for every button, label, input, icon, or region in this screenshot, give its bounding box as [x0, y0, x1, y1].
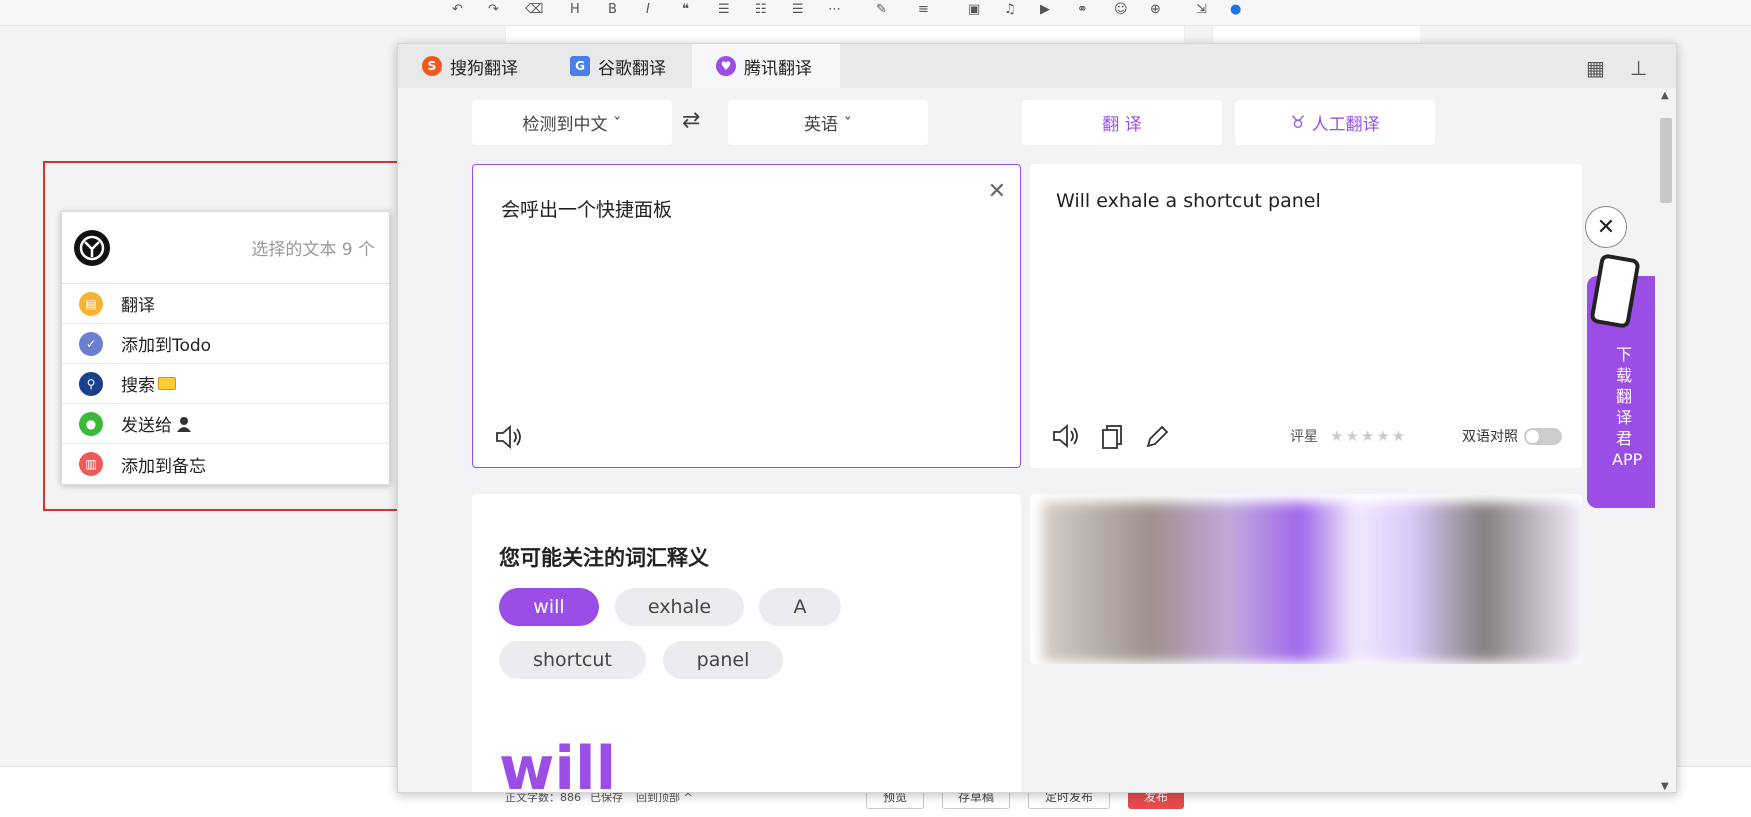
speaker-icon[interactable] — [1052, 424, 1082, 448]
video-icon[interactable]: ▶ — [1040, 2, 1050, 17]
target-language-select[interactable]: 英语 ˇ — [728, 100, 928, 145]
translator-tab-bar: S 搜狗翻译 G 谷歌翻译 ♥ 腾讯翻译 ▦ ⊥ — [398, 44, 1676, 88]
quick-item-label: 翻译 — [121, 296, 155, 316]
redo-icon[interactable]: ↷ — [488, 2, 499, 17]
attachment-icon[interactable]: ⊕ — [1150, 2, 1161, 17]
toggle-switch[interactable] — [1524, 427, 1562, 445]
translate-icon: ▤ — [79, 291, 103, 316]
swap-languages-icon[interactable]: ⇄ — [682, 108, 700, 133]
checklist-icon[interactable]: ☰ — [792, 2, 804, 17]
scroll-thumb[interactable] — [1660, 118, 1672, 203]
google-translate-icon: G — [570, 56, 590, 76]
vocab-chip[interactable]: panel — [663, 641, 783, 679]
ad-banner[interactable] — [1030, 494, 1582, 664]
tab-label: 腾讯翻译 — [744, 58, 812, 79]
folder-icon — [158, 377, 176, 390]
person-icon — [177, 416, 191, 432]
star-rating-icon[interactable]: ★★★★★ — [1330, 427, 1407, 445]
speaker-icon[interactable] — [495, 425, 525, 449]
quick-item-add-todo[interactable]: ✓ 添加到Todo — [62, 324, 389, 364]
emoji-icon[interactable]: ☺ — [1114, 2, 1128, 17]
quick-action-panel: 选择的文本 9 个 ▤ 翻译 ✓ 添加到Todo ⚲ 搜索 ● 发送给 ▥ 添加… — [61, 211, 390, 485]
quick-panel-header: 选择的文本 9 个 — [62, 212, 389, 284]
bilingual-toggle[interactable]: 双语对照 — [1462, 426, 1562, 446]
check-icon: ✓ — [79, 331, 103, 356]
selected-word-heading: will — [499, 734, 617, 793]
quick-item-label: 发送给 — [121, 416, 172, 436]
vocab-chip[interactable]: A — [759, 588, 841, 626]
heading-icon[interactable]: H — [570, 2, 580, 17]
quick-item-label: 添加到备忘 — [121, 456, 206, 477]
scrollbar[interactable]: ▲ ▼ — [1656, 88, 1676, 792]
blurred-ad-image — [1042, 502, 1582, 662]
app-logo-icon — [74, 229, 110, 266]
close-icon[interactable]: ✕ — [1585, 206, 1627, 248]
human-translate-label: 人工翻译 — [1311, 115, 1380, 135]
eraser-icon[interactable]: ⌫ — [525, 2, 543, 17]
quick-item-label: 搜索 — [121, 376, 155, 396]
tab-google[interactable]: G 谷歌翻译 — [570, 44, 666, 88]
tab-sogou[interactable]: S 搜狗翻译 — [422, 44, 518, 88]
quick-item-search[interactable]: ⚲ 搜索 — [62, 364, 389, 404]
pin-icon[interactable]: ⊥ — [1630, 56, 1647, 80]
quick-item-send-to[interactable]: ● 发送给 — [62, 404, 389, 444]
sogou-icon: S — [422, 56, 442, 76]
grid-icon[interactable]: ▦ — [1586, 56, 1605, 80]
music-icon[interactable]: ♫ — [1004, 2, 1016, 17]
bold-icon[interactable]: B — [608, 2, 617, 17]
vocab-chip[interactable]: exhale — [615, 588, 744, 626]
vocabulary-card: 您可能关注的词汇释义 will exhale A shortcut panel … — [472, 494, 1021, 793]
human-translate-icon: ♉ — [1290, 112, 1306, 133]
editor-toolbar: ↶ ↷ ⌫ H B I ❝ ☰ ☷ ☰ ⋯ ✎ ≡ ▣ ♫ ▶ ⚭ ☺ ⊕ ⇲ … — [0, 0, 1751, 26]
vocab-chip[interactable]: will — [499, 588, 599, 626]
target-text-box: Will exhale a shortcut panel 评星 ★★★★★ 双语… — [1030, 164, 1582, 468]
selected-text-count: 选择的文本 9 个 — [251, 240, 375, 260]
link-icon[interactable]: ⚭ — [1077, 2, 1088, 17]
highlight-icon[interactable]: ✎ — [876, 2, 887, 17]
italic-icon[interactable]: I — [646, 2, 650, 17]
edit-icon[interactable] — [1144, 424, 1170, 450]
more-icon[interactable]: ⋯ — [828, 2, 841, 17]
quote-icon[interactable]: ❝ — [682, 2, 689, 17]
translated-text: Will exhale a shortcut panel — [1056, 190, 1321, 212]
wechat-icon: ● — [79, 411, 103, 436]
result-tools — [1052, 424, 1170, 450]
list-icon[interactable]: ☰ — [718, 2, 730, 17]
download-app-label: 下载翻译君APP — [1612, 345, 1643, 469]
rating-label: 评星 — [1290, 429, 1318, 445]
memo-icon: ▥ — [79, 452, 103, 476]
image-icon[interactable]: ▣ — [968, 2, 980, 17]
tab-label: 搜狗翻译 — [450, 58, 518, 79]
undo-icon[interactable]: ↶ — [452, 2, 463, 17]
quick-item-label: 添加到Todo — [121, 336, 212, 356]
scroll-up-icon[interactable]: ▲ — [1661, 90, 1669, 101]
vocab-chip[interactable]: shortcut — [499, 641, 646, 679]
ordered-list-icon[interactable]: ☷ — [755, 2, 767, 17]
translate-button[interactable]: 翻 译 — [1022, 100, 1222, 145]
source-text-box[interactable]: 会呼出一个快捷面板 ✕ — [472, 164, 1021, 468]
quick-item-add-memo[interactable]: ▥ 添加到备忘 — [62, 444, 389, 484]
tencent-icon: ♥ — [716, 56, 736, 76]
export-icon[interactable]: ⇲ — [1196, 2, 1207, 17]
clear-icon[interactable]: ✕ — [988, 179, 1006, 204]
scroll-down-icon[interactable]: ▼ — [1661, 781, 1669, 792]
bilingual-label: 双语对照 — [1462, 429, 1518, 445]
tab-tencent[interactable]: ♥ 腾讯翻译 — [692, 44, 840, 88]
tab-label: 谷歌翻译 — [598, 58, 666, 79]
vocabulary-title: 您可能关注的词汇释义 — [499, 546, 709, 570]
quick-item-translate[interactable]: ▤ 翻译 — [62, 284, 389, 324]
translation-window: S 搜狗翻译 G 谷歌翻译 ♥ 腾讯翻译 ▦ ⊥ 检测到中文 ˇ ⇄ 英语 ˇ … — [397, 43, 1677, 793]
source-text[interactable]: 会呼出一个快捷面板 — [501, 195, 672, 222]
human-translate-button[interactable]: ♉ 人工翻译 — [1235, 100, 1435, 145]
source-language-select[interactable]: 检测到中文 ˇ — [472, 100, 672, 145]
plugin-icon[interactable]: ● — [1230, 2, 1241, 17]
copy-icon[interactable] — [1100, 424, 1126, 450]
align-icon[interactable]: ≡ — [918, 2, 929, 17]
rating: 评星 ★★★★★ — [1290, 426, 1407, 446]
search-icon: ⚲ — [79, 371, 103, 396]
